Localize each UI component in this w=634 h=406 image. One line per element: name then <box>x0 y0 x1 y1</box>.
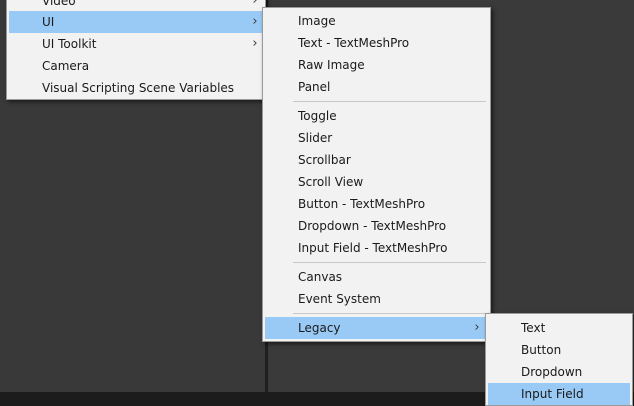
menu-item-label: Legacy <box>298 321 341 335</box>
menu-item-text-textmeshpro[interactable]: Text - TextMeshPro <box>265 32 489 54</box>
menu-separator <box>293 313 486 314</box>
ui-submenu: Image Text - TextMeshPro Raw Image Panel… <box>262 7 491 342</box>
menu-item-label: Button <box>521 343 562 357</box>
menu-item-legacy-button[interactable]: Button <box>488 339 630 361</box>
menu-item-label: Event System <box>298 292 381 306</box>
menu-item-label: Raw Image <box>298 58 365 72</box>
menu-item-label: UI <box>42 15 55 29</box>
menu-item-label: Input Field <box>521 387 584 401</box>
menu-item-label: Canvas <box>298 270 343 284</box>
menu-item-slider[interactable]: Slider <box>265 127 489 149</box>
menu-item-label: Image <box>298 14 336 28</box>
menu-item-label: UI Toolkit <box>42 37 97 51</box>
menu-item-label: Slider <box>298 131 333 145</box>
create-context-menu: Video › UI › UI Toolkit › Camera Visual … <box>6 0 266 100</box>
unity-editor-context-menu-screen: Video › UI › UI Toolkit › Camera Visual … <box>0 0 634 406</box>
menu-item-label: Toggle <box>298 109 337 123</box>
menu-item-scroll-view[interactable]: Scroll View <box>265 171 489 193</box>
menu-item-legacy[interactable]: Legacy › <box>265 317 489 339</box>
menu-item-image[interactable]: Image <box>265 10 489 32</box>
menu-item-label: Dropdown <box>521 365 583 379</box>
menu-item-label: Text <box>521 321 546 335</box>
menu-item-label: Panel <box>298 80 331 94</box>
menu-item-label: Camera <box>42 59 90 73</box>
menu-item-canvas[interactable]: Canvas <box>265 266 489 288</box>
menu-item-event-system[interactable]: Event System <box>265 288 489 310</box>
chevron-right-icon: › <box>252 14 258 29</box>
menu-item-ui-toolkit[interactable]: UI Toolkit › <box>9 33 264 55</box>
menu-item-visual-scripting-scene-variables[interactable]: Visual Scripting Scene Variables <box>9 77 264 99</box>
chevron-right-icon: › <box>474 320 480 335</box>
menu-item-input-field-textmeshpro[interactable]: Input Field - TextMeshPro <box>265 237 489 259</box>
menu-item-ui[interactable]: UI › <box>9 11 264 33</box>
menu-item-toggle[interactable]: Toggle <box>265 105 489 127</box>
menu-separator <box>293 101 486 102</box>
menu-item-dropdown-textmeshpro[interactable]: Dropdown - TextMeshPro <box>265 215 489 237</box>
legacy-submenu: Text Button Dropdown Input Field <box>485 313 633 406</box>
menu-item-raw-image[interactable]: Raw Image <box>265 54 489 76</box>
chevron-right-icon: › <box>252 36 258 51</box>
menu-separator <box>293 262 486 263</box>
menu-item-legacy-text[interactable]: Text <box>488 317 630 339</box>
menu-item-label: Scrollbar <box>298 153 351 167</box>
menu-item-button-textmeshpro[interactable]: Button - TextMeshPro <box>265 193 489 215</box>
menu-item-scrollbar[interactable]: Scrollbar <box>265 149 489 171</box>
menu-item-camera[interactable]: Camera <box>9 55 264 77</box>
menu-item-label: Scroll View <box>298 175 364 189</box>
menu-item-label: Dropdown - TextMeshPro <box>298 219 447 233</box>
menu-item-label: Button - TextMeshPro <box>298 197 426 211</box>
menu-item-legacy-dropdown[interactable]: Dropdown <box>488 361 630 383</box>
menu-item-label: Text - TextMeshPro <box>298 36 410 50</box>
menu-item-panel[interactable]: Panel <box>265 76 489 98</box>
menu-item-legacy-input-field[interactable]: Input Field <box>488 383 630 405</box>
menu-item-label: Visual Scripting Scene Variables <box>42 81 235 95</box>
menu-item-label: Input Field - TextMeshPro <box>298 241 448 255</box>
